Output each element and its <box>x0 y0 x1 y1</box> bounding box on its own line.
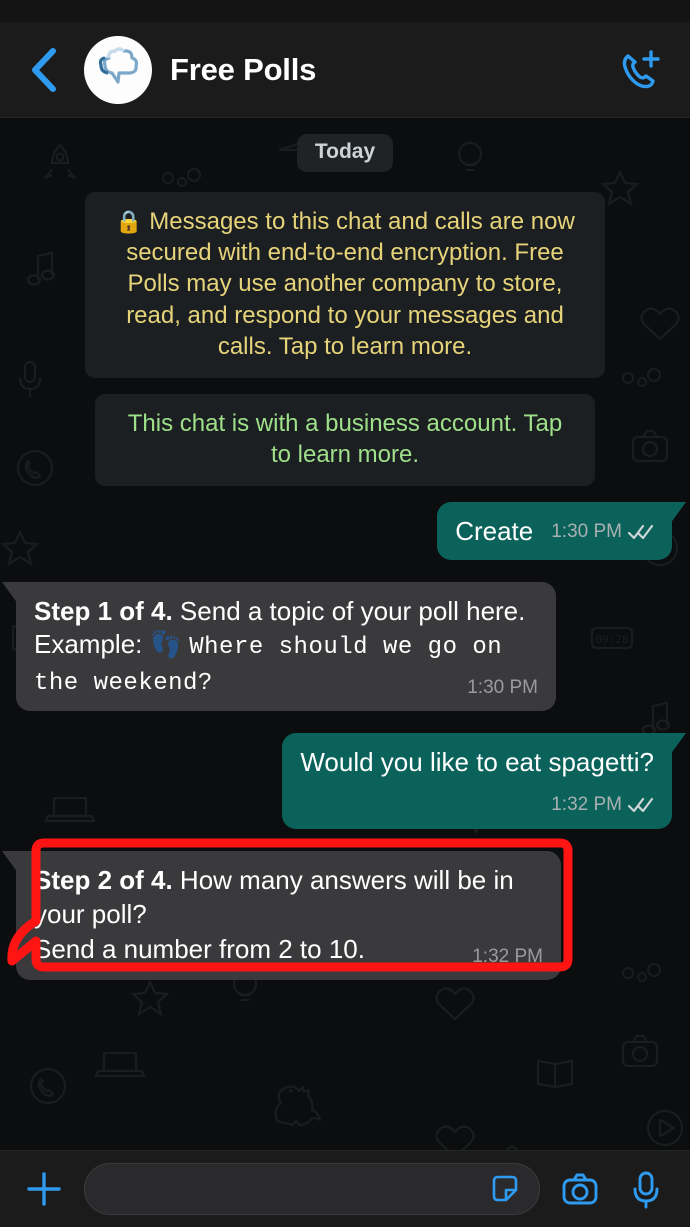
business-account-notice[interactable]: This chat is with a business account. Ta… <box>95 393 595 487</box>
lock-icon: 🔒 <box>115 209 143 234</box>
encryption-notice-text: Messages to this chat and calls are now … <box>126 208 575 360</box>
message-time: 1:32 PM <box>551 794 622 816</box>
message-bubble-step2[interactable]: Step 2 of 4. How many answers will be in… <box>2 851 561 981</box>
message-second-line: Send a number from 2 to 10. <box>34 933 365 964</box>
footprints-emoji-icon: 👣 <box>149 628 182 659</box>
attach-button[interactable] <box>18 1163 70 1215</box>
message-bubble-spagetti[interactable]: Would you like to eat spagetti? 1:32 PM <box>282 732 686 830</box>
phone-plus-icon <box>622 49 660 88</box>
encryption-notice-row: 🔒 Messages to this chat and calls are no… <box>16 192 674 378</box>
business-notice-row: This chat is with a business account. Ta… <box>16 393 674 487</box>
message-meta: 1:30 PM <box>551 520 654 548</box>
camera-button[interactable] <box>554 1163 606 1215</box>
page-title: Free Polls <box>170 51 317 87</box>
step-prefix: Step 1 of 4. <box>34 595 173 626</box>
message-time: 1:32 PM <box>472 945 543 967</box>
message-bubble-step1[interactable]: Step 1 of 4. Send a topic of your poll h… <box>2 581 556 711</box>
mic-button[interactable] <box>620 1163 672 1215</box>
chat-scroll-area[interactable]: 09:28 <box>0 118 690 1150</box>
message-text: Create <box>455 516 534 547</box>
back-button[interactable] <box>22 46 66 94</box>
message-row-highlighted: Step 2 of 4. How many answers will be in… <box>2 838 674 981</box>
status-bar <box>0 0 690 22</box>
message-row: Create 1:30 PM <box>16 502 686 560</box>
message-meta: 1:32 PM <box>472 945 543 969</box>
message-input-container[interactable] <box>84 1163 540 1215</box>
whatsapp-chat-screen: Free Polls 28 Today 🔒 Messages to this c… <box>0 0 690 1227</box>
message-meta: 1:30 PM <box>467 676 538 700</box>
microphone-icon <box>633 1171 659 1209</box>
message-input[interactable] <box>107 1175 483 1203</box>
step-prefix: Step 2 of 4. <box>34 865 173 896</box>
plus-icon <box>27 1172 61 1206</box>
chat-header: Free Polls <box>0 22 690 118</box>
camera-icon <box>562 1173 598 1205</box>
sticker-button[interactable] <box>483 1167 527 1211</box>
message-row: Would you like to eat spagetti? 1:32 PM <box>16 732 686 830</box>
add-call-button[interactable] <box>612 42 668 98</box>
message-bubble-create[interactable]: Create 1:30 PM <box>437 502 686 560</box>
date-divider: Today <box>296 134 394 172</box>
encryption-notice[interactable]: 🔒 Messages to this chat and calls are no… <box>85 192 605 378</box>
delivered-ticks-icon <box>627 797 654 813</box>
back-chevron-icon <box>32 47 56 92</box>
date-divider-row: Today <box>16 134 674 172</box>
message-meta: 1:32 PM <box>551 793 654 817</box>
message-text: Would you like to eat spagetti? <box>300 746 654 777</box>
delivered-ticks-icon <box>627 524 654 540</box>
message-time: 1:30 PM <box>551 521 622 543</box>
composer-bar <box>0 1150 690 1227</box>
message-row: Step 1 of 4. Send a topic of your poll h… <box>2 581 674 711</box>
free-polls-logo-icon <box>98 46 139 84</box>
sticker-icon <box>492 1175 518 1202</box>
avatar[interactable] <box>84 35 152 104</box>
message-time: 1:30 PM <box>467 676 538 698</box>
message-list: Today 🔒 Messages to this chat and calls … <box>0 118 690 1150</box>
